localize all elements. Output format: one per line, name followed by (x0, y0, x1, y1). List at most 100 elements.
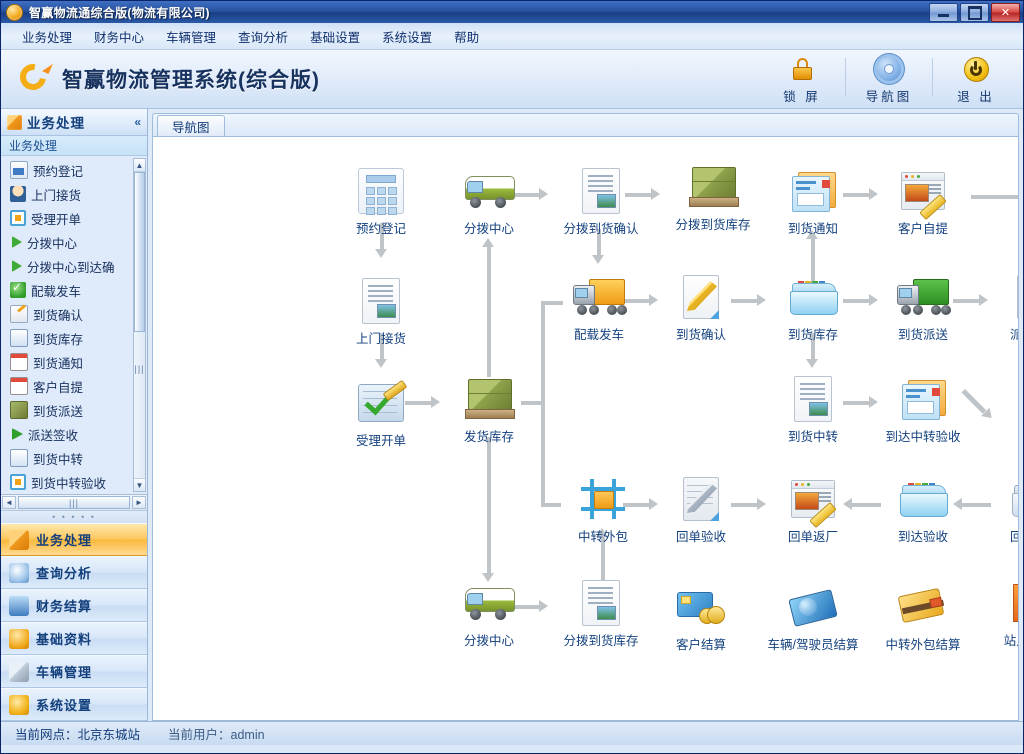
flow-node-sorting-center-bottom[interactable]: 分拨中心 (441, 577, 537, 649)
sidebar-horizontal-scrollbar[interactable]: ◄ ||| ► (1, 494, 147, 510)
sidebar-item-reservation[interactable]: 预约登记 (1, 158, 133, 182)
scroll-down-button[interactable]: ▼ (134, 478, 145, 491)
sidebar-item-sorting-center[interactable]: 分拨中心 (1, 230, 133, 254)
frame-icon (10, 474, 26, 490)
sidebar-group-label: 基础资料 (36, 629, 92, 648)
flow-node-arrival-stock[interactable]: 到货库存 (765, 271, 861, 343)
sidebar-item-sorting-arrival[interactable]: 分拨中心到达确 (1, 254, 133, 278)
flow-node-accept-order[interactable]: 受理开单 (333, 377, 429, 449)
sidebar-item-pickup[interactable]: 上门接货 (1, 182, 133, 206)
navigation-map-button[interactable]: 导航图 (850, 54, 928, 105)
flow-node-sorting-stock-bottom[interactable]: 分拨到货库存 (553, 577, 649, 649)
flow-node-customer-settlement[interactable]: 客户结算 (653, 581, 749, 653)
status-bar: 当前网点：北京东城站 当前用户：admin (1, 721, 1023, 745)
brand-header: 智赢物流管理系统(综合版) 锁 屏 导航图 退 出 (1, 50, 1023, 109)
connector-arrow-down (806, 359, 818, 368)
flow-node-arrival-transfer[interactable]: 到货中转 (765, 373, 861, 445)
sidebar-item-delivery[interactable]: 到货派送 (1, 398, 133, 422)
sidebar-group-vehicle[interactable]: 车辆管理 (1, 655, 147, 688)
connector-line (487, 437, 491, 577)
sidebar-item-transfer-accept[interactable]: 到货中转验收 (1, 470, 133, 494)
sidebar-group-finance[interactable]: 财务结算 (1, 589, 147, 622)
flow-node-arrival-confirm[interactable]: 到货确认 (653, 271, 749, 343)
window-controls: ✕ (929, 3, 1020, 22)
sidebar-item-self-pickup[interactable]: 客户自提 (1, 374, 133, 398)
flow-node-label: 受理开单 (333, 430, 429, 449)
exit-button[interactable]: 退 出 (937, 54, 1015, 105)
flow-node-transfer-outsourcing-settlement[interactable]: 中转外包结算 (875, 581, 971, 653)
scrollbar-thumb-horizontal[interactable]: ||| (18, 496, 130, 509)
menu-item-business[interactable]: 业务处理 (11, 24, 83, 49)
collapse-sidebar-button[interactable]: « (134, 115, 141, 129)
connector-arrow-down (592, 255, 604, 264)
flow-node-sorting-arrival-stock[interactable]: 分拨到货库存 (665, 161, 761, 233)
scroll-right-button[interactable]: ► (132, 496, 146, 509)
flow-node-receipt-return[interactable]: 回单返厂 (765, 473, 861, 545)
flow-node-arrival-notice[interactable]: 到货通知 (765, 165, 861, 237)
window-notice-icon (765, 165, 861, 217)
flow-node-receipt-mailing[interactable]: 回单寄送 (987, 473, 1019, 545)
flow-node-transfer-outsourcing[interactable]: 中转外包 (555, 473, 651, 545)
sidebar-item-arrival-confirm[interactable]: 到货确认 (1, 302, 133, 326)
flow-node-sorting-center-top[interactable]: 分拨中心 (441, 165, 537, 237)
flow-node-transfer-acceptance[interactable]: 到达中转验收 (875, 373, 971, 445)
browser-pen-icon (765, 473, 861, 525)
sidebar-group-basic-data[interactable]: 基础资料 (1, 622, 147, 655)
menu-item-vehicle[interactable]: 车辆管理 (155, 24, 227, 49)
flow-node-sorting-arrival-confirm[interactable]: 分拨到货确认 (553, 165, 649, 237)
menu-bar: 业务处理 财务中心 车辆管理 查询分析 基础设置 系统设置 帮助 (1, 23, 1023, 50)
maximize-button[interactable] (960, 3, 989, 22)
flow-node-label: 预约登记 (333, 218, 429, 237)
connector-arrow-down (375, 359, 387, 368)
flow-node-label: 中转外包 (555, 526, 651, 545)
flow-node-label: 到达中转验收 (875, 426, 971, 445)
sidebar-group-business[interactable]: 业务处理 (1, 523, 147, 556)
menu-item-basic-settings[interactable]: 基础设置 (299, 24, 371, 49)
menu-item-query[interactable]: 查询分析 (227, 24, 299, 49)
bar-chart-icon (9, 596, 29, 616)
globe-card-icon (765, 581, 861, 633)
flow-node-inter-site-settlement[interactable]: 站点间结算 (987, 577, 1019, 649)
flow-node-reservation[interactable]: 预约登记 (333, 165, 429, 237)
minimize-button[interactable] (929, 3, 958, 22)
flow-node-customer-self-pickup[interactable]: 客户自提 (875, 165, 971, 237)
lock-screen-button[interactable]: 锁 屏 (763, 54, 841, 105)
sidebar-splitter[interactable]: • • • • • (1, 510, 147, 523)
sidebar-vertical-scrollbar[interactable]: ▲ ||| ▼ (133, 158, 146, 492)
scroll-up-button[interactable]: ▲ (134, 159, 145, 172)
flow-node-door-pickup[interactable]: 上门接货 (333, 275, 429, 347)
flow-node-arrival-acceptance[interactable]: 到达验收 (875, 473, 971, 545)
sidebar-group-query[interactable]: 查询分析 (1, 556, 147, 589)
sidebar-item-transfer[interactable]: 到货中转 (1, 446, 133, 470)
scrollbar-thumb[interactable] (134, 172, 145, 332)
sidebar-group-system[interactable]: 系统设置 (1, 688, 147, 721)
flow-node-arrival-delivery[interactable]: 到货派送 (875, 271, 971, 343)
flow-node-loading-dispatch[interactable]: 配载发车 (551, 271, 647, 343)
menu-item-help[interactable]: 帮助 (443, 24, 490, 49)
flow-node-vehicle-driver-settlement[interactable]: 车辆/驾驶员结算 (765, 581, 861, 653)
sidebar-item-dispatch[interactable]: 配载发车 (1, 278, 133, 302)
close-button[interactable]: ✕ (991, 3, 1020, 22)
sidebar-item-accept-order[interactable]: 受理开单 (1, 206, 133, 230)
sidebar-item-delivery-sign[interactable]: 派送签收 (1, 422, 133, 446)
swoosh-logo-icon (17, 61, 53, 97)
sidebar-item-arrival-stock[interactable]: 到货库存 (1, 326, 133, 350)
power-icon (937, 54, 1015, 84)
minimize-icon (938, 14, 949, 17)
menu-item-finance[interactable]: 财务中心 (83, 24, 155, 49)
flow-node-label: 分拨到货库存 (553, 630, 649, 649)
flow-node-shipping-stock[interactable]: 发货库存 (441, 373, 537, 445)
flow-node-label: 到货中转 (765, 426, 861, 445)
scroll-left-button[interactable]: ◄ (2, 496, 16, 509)
document-icon (553, 165, 649, 217)
tab-navigation-map[interactable]: 导航图 (157, 115, 225, 137)
flow-node-label: 中转外包结算 (875, 634, 971, 653)
brand-title: 智赢物流管理系统(综合版) (62, 64, 320, 94)
person-icon (10, 186, 26, 202)
flow-node-delivery-sign[interactable]: 派送签收 (987, 271, 1019, 343)
sidebar-group-label: 业务处理 (36, 530, 92, 549)
menu-item-system-settings[interactable]: 系统设置 (371, 24, 443, 49)
flow-node-receipt-acceptance[interactable]: 回单验收 (653, 473, 749, 545)
sidebar-item-arrival-notice[interactable]: 到货通知 (1, 350, 133, 374)
flow-node-label: 回单返厂 (765, 526, 861, 545)
